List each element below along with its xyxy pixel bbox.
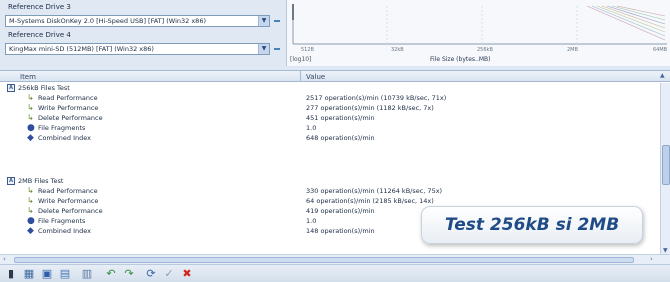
scroll-left-icon[interactable]: ‹ — [3, 255, 6, 263]
arrow-icon: ↳ — [27, 103, 34, 112]
scroll-right-icon[interactable]: › — [650, 255, 653, 263]
check-icon[interactable]: ✓ — [162, 267, 176, 281]
arrow-icon: ↳ — [27, 196, 34, 205]
row-value: 451 operation(s)/min — [306, 114, 375, 122]
row-name: Read Performance — [38, 94, 98, 102]
graph-x-title: File Size (bytes..MB) — [430, 56, 491, 63]
results-table-header: Item Value ▲ — [0, 70, 670, 82]
row-value: 330 operation(s)/min (11264 kB/sec, 75x) — [306, 187, 443, 195]
delete-icon[interactable]: ✖ — [180, 267, 194, 281]
row-name: Read Performance — [38, 187, 98, 195]
row-name: Write Performance — [38, 104, 99, 112]
row-value: 419 operation(s)/min — [306, 207, 375, 215]
arrow-icon: ↳ — [27, 186, 34, 195]
arrow-icon: ↳ — [27, 113, 34, 122]
arrow-icon: ↳ — [27, 93, 34, 102]
table-row[interactable]: ◆ Combined Index 648 operation(s)/min — [0, 133, 660, 143]
expand-toggle-icon[interactable]: A — [7, 84, 15, 92]
info-icon: ● — [27, 123, 35, 133]
copy-icon[interactable]: ▮ — [4, 267, 18, 281]
group-title: 256kB Files Test — [18, 84, 70, 92]
scroll-down-icon[interactable]: ▼ — [663, 247, 668, 254]
diamond-icon: ◆ — [27, 226, 34, 236]
arrow-icon: ↳ — [27, 206, 34, 215]
graph-x-tick: 2MB — [567, 47, 578, 53]
column-divider[interactable] — [300, 71, 301, 82]
row-name: Combined Index — [38, 134, 91, 142]
diamond-icon: ◆ — [27, 133, 34, 143]
graph-scale-label: [log10] — [290, 56, 312, 63]
table-row[interactable]: ↳ Write Performance 277 operation(s)/min… — [0, 103, 660, 113]
series-color-swatch-4 — [274, 48, 280, 50]
tree-group-2mb[interactable]: A 2MB Files Test — [0, 176, 660, 186]
info-icon: ● — [27, 216, 35, 226]
graph-x-tick: 512B — [301, 47, 314, 53]
vertical-scroll-thumb[interactable] — [662, 145, 670, 185]
row-value: 1.0 — [306, 217, 317, 225]
reference-drive-3-value: M-Systems DiskOnKey 2.0 [Hi-Speed USB] [… — [9, 17, 206, 25]
graph-x-tick: 256kB — [477, 47, 493, 53]
row-value: 1.0 — [306, 124, 317, 132]
row-value: 648 operation(s)/min — [306, 134, 375, 142]
row-value: 2517 operation(s)/min (10739 kB/sec, 71x… — [306, 94, 447, 102]
reference-drive-4-value: KingMax mini-SD (512MB) [FAT] (Win32 x86… — [9, 45, 154, 53]
copy-all-icon[interactable]: ▦ — [22, 267, 36, 281]
row-name: Combined Index — [38, 227, 91, 235]
column-header-item[interactable]: Item — [20, 73, 36, 81]
series-color-swatch-3 — [274, 20, 280, 22]
reference-drives-panel: Reference Drive 3 M-Systems DiskOnKey 2.… — [0, 0, 670, 70]
chevron-down-icon[interactable]: ▼ — [258, 16, 269, 26]
graph-x-tick: 32kB — [391, 47, 404, 53]
column-header-value[interactable]: Value — [306, 73, 325, 81]
row-value: 148 operation(s)/min — [306, 227, 375, 235]
tree-group-256kb[interactable]: A 256kB Files Test — [0, 83, 660, 93]
forward-icon[interactable]: ↷ — [122, 267, 136, 281]
reference-drive-4-select[interactable]: KingMax mini-SD (512MB) [FAT] (Win32 x86… — [5, 43, 270, 55]
row-name: File Fragments — [38, 124, 86, 132]
caption-overlay: Test 256kB si 2MB — [421, 206, 643, 244]
row-name: Delete Performance — [38, 114, 103, 122]
table-row[interactable]: ↳ Read Performance 2517 operation(s)/min… — [0, 93, 660, 103]
vertical-scrollbar[interactable]: ▼ — [660, 83, 670, 255]
table-row[interactable]: ↳ Delete Performance 451 operation(s)/mi… — [0, 113, 660, 123]
reference-drive-3-select[interactable]: M-Systems DiskOnKey 2.0 [Hi-Speed USB] [… — [5, 15, 270, 27]
row-name: Delete Performance — [38, 207, 103, 215]
row-name: Write Performance — [38, 197, 99, 205]
table-row[interactable]: ↳ Write Performance 64 operation(s)/min … — [0, 196, 660, 206]
table-row[interactable]: ↳ Read Performance 330 operation(s)/min … — [0, 186, 660, 196]
view-icon[interactable]: ▤ — [58, 267, 72, 281]
horizontal-scrollbar[interactable]: ‹ › — [0, 254, 670, 264]
refresh-icon[interactable]: ⟳ — [144, 267, 158, 281]
horizontal-scroll-thumb[interactable] — [14, 257, 634, 263]
expand-toggle-icon[interactable]: A — [7, 177, 15, 185]
chevron-down-icon[interactable]: ▼ — [258, 44, 269, 54]
row-value: 277 operation(s)/min (1182 kB/sec, 7x) — [306, 104, 434, 112]
row-name: File Fragments — [38, 217, 86, 225]
row-value: 64 operation(s)/min (2185 kB/sec, 14x) — [306, 197, 434, 205]
table-row[interactable]: ● File Fragments 1.0 — [0, 123, 660, 133]
save-icon[interactable]: ▣ — [40, 267, 54, 281]
chart-icon[interactable]: ▥ — [80, 267, 94, 281]
graph-x-tick: 64MB — [653, 47, 668, 53]
back-icon[interactable]: ↶ — [104, 267, 118, 281]
group-title: 2MB Files Test — [18, 177, 64, 185]
bottom-toolbar: ▮ ▦ ▣ ▤ ▥ ↶ ↷ ⟳ ✓ ✖ — [0, 264, 670, 282]
reference-drive-3-label: Reference Drive 3 — [8, 3, 71, 11]
reference-drive-4-label: Reference Drive 4 — [8, 31, 71, 39]
chevron-up-icon[interactable]: ▲ — [660, 72, 665, 79]
